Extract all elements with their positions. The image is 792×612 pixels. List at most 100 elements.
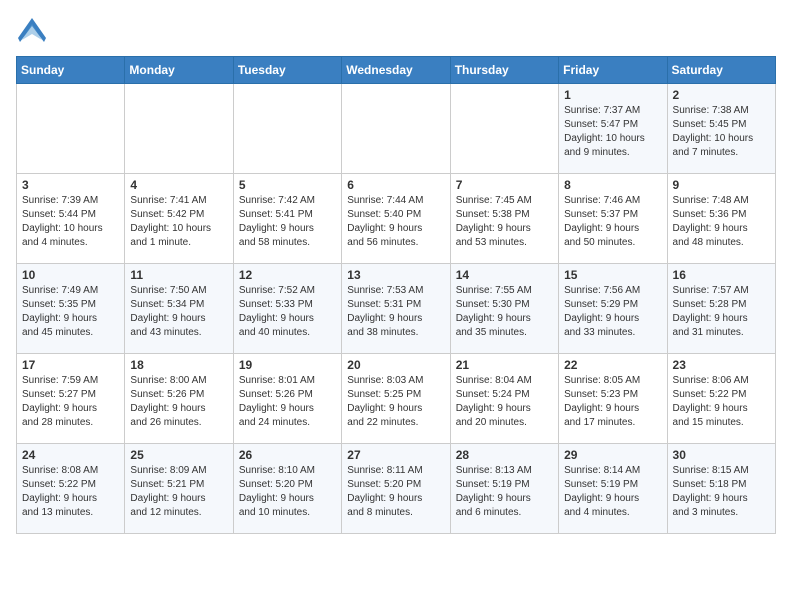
calendar-body: 1Sunrise: 7:37 AM Sunset: 5:47 PM Daylig… [17, 84, 776, 534]
day-number: 25 [130, 448, 227, 462]
day-number: 12 [239, 268, 336, 282]
day-info: Sunrise: 8:00 AM Sunset: 5:26 PM Dayligh… [130, 374, 227, 430]
day-number: 8 [564, 178, 661, 192]
day-cell: 11Sunrise: 7:50 AM Sunset: 5:34 PM Dayli… [125, 264, 233, 354]
day-cell [17, 84, 125, 174]
day-info: Sunrise: 8:15 AM Sunset: 5:18 PM Dayligh… [673, 464, 770, 520]
header-friday: Friday [559, 57, 667, 84]
day-cell: 15Sunrise: 7:56 AM Sunset: 5:29 PM Dayli… [559, 264, 667, 354]
day-cell: 16 Sunrise: 7:57 AM Sunset: 5:28 PM Dayli… [667, 264, 775, 354]
day-info: Sunrise: 8:08 AM Sunset: 5:22 PM Dayligh… [22, 464, 119, 520]
day-info: Sunrise: 8:11 AM Sunset: 5:20 PM Dayligh… [347, 464, 444, 520]
day-number: 19 [239, 358, 336, 372]
day-cell: 12 Sunrise: 7:52 AM Sunset: 5:33 PM Dayli… [233, 264, 341, 354]
day-cell [233, 84, 341, 174]
header-sunday: Sunday [17, 57, 125, 84]
day-cell: 14 Sunrise: 7:55 AM Sunset: 5:30 PM Dayli… [450, 264, 558, 354]
day-number: 14 [456, 268, 553, 282]
day-number: 18 [130, 358, 227, 372]
day-info: Sunrise: 8:06 AM Sunset: 5:22 PM Dayligh… [673, 374, 770, 430]
day-info: Sunrise: 8:10 AM Sunset: 5:20 PM Dayligh… [239, 464, 336, 520]
day-number: 16 [673, 268, 770, 282]
day-number: 9 [673, 178, 770, 192]
day-cell: 6Sunrise: 7:44 AM Sunset: 5:40 PM Daylig… [342, 174, 450, 264]
day-number: 13 [347, 268, 444, 282]
day-cell: 29 Sunrise: 8:14 AM Sunset: 5:19 PM Dayli… [559, 444, 667, 534]
day-cell: 4 Sunrise: 7:41 AM Sunset: 5:42 PM Daylig… [125, 174, 233, 264]
day-cell: 26 Sunrise: 8:10 AM Sunset: 5:20 PM Dayli… [233, 444, 341, 534]
day-info: Sunrise: 7:48 AM Sunset: 5:36 PM Dayligh… [673, 194, 770, 250]
day-cell [342, 84, 450, 174]
day-number: 7 [456, 178, 553, 192]
day-cell [125, 84, 233, 174]
day-info: Sunrise: 7:53 AM Sunset: 5:31 PM Dayligh… [347, 284, 444, 340]
day-info: Sunrise: 7:57 AM Sunset: 5:28 PM Dayligh… [673, 284, 770, 340]
day-info: Sunrise: 7:42 AM Sunset: 5:41 PM Dayligh… [239, 194, 336, 250]
day-cell: 2Sunrise: 7:38 AM Sunset: 5:45 PM Daylig… [667, 84, 775, 174]
header-monday: Monday [125, 57, 233, 84]
week-row-3: 10Sunrise: 7:49 AM Sunset: 5:35 PM Dayli… [17, 264, 776, 354]
day-number: 27 [347, 448, 444, 462]
day-cell: 5 Sunrise: 7:42 AM Sunset: 5:41 PM Daylig… [233, 174, 341, 264]
day-cell: 28 Sunrise: 8:13 AM Sunset: 5:19 PM Dayli… [450, 444, 558, 534]
day-cell: 13 Sunrise: 7:53 AM Sunset: 5:31 PM Dayli… [342, 264, 450, 354]
day-info: Sunrise: 8:09 AM Sunset: 5:21 PM Dayligh… [130, 464, 227, 520]
day-info: Sunrise: 7:52 AM Sunset: 5:33 PM Dayligh… [239, 284, 336, 340]
day-cell: 27 Sunrise: 8:11 AM Sunset: 5:20 PM Dayli… [342, 444, 450, 534]
day-cell: 7 Sunrise: 7:45 AM Sunset: 5:38 PM Daylig… [450, 174, 558, 264]
day-info: Sunrise: 8:13 AM Sunset: 5:19 PM Dayligh… [456, 464, 553, 520]
calendar-header: SundayMondayTuesdayWednesdayThursdayFrid… [17, 57, 776, 84]
day-info: Sunrise: 7:45 AM Sunset: 5:38 PM Dayligh… [456, 194, 553, 250]
day-cell: 30Sunrise: 8:15 AM Sunset: 5:18 PM Dayli… [667, 444, 775, 534]
calendar-table: SundayMondayTuesdayWednesdayThursdayFrid… [16, 56, 776, 534]
day-info: Sunrise: 8:14 AM Sunset: 5:19 PM Dayligh… [564, 464, 661, 520]
day-info: Sunrise: 7:59 AM Sunset: 5:27 PM Dayligh… [22, 374, 119, 430]
day-cell: 19 Sunrise: 8:01 AM Sunset: 5:26 PM Dayli… [233, 354, 341, 444]
day-number: 24 [22, 448, 119, 462]
logo [16, 16, 52, 44]
day-info: Sunrise: 7:49 AM Sunset: 5:35 PM Dayligh… [22, 284, 119, 340]
day-number: 29 [564, 448, 661, 462]
header-saturday: Saturday [667, 57, 775, 84]
day-info: Sunrise: 7:50 AM Sunset: 5:34 PM Dayligh… [130, 284, 227, 340]
day-number: 5 [239, 178, 336, 192]
day-cell: 20 Sunrise: 8:03 AM Sunset: 5:25 PM Dayli… [342, 354, 450, 444]
day-cell: 25 Sunrise: 8:09 AM Sunset: 5:21 PM Dayli… [125, 444, 233, 534]
day-cell: 21Sunrise: 8:04 AM Sunset: 5:24 PM Dayli… [450, 354, 558, 444]
day-number: 1 [564, 88, 661, 102]
week-row-4: 17Sunrise: 7:59 AM Sunset: 5:27 PM Dayli… [17, 354, 776, 444]
day-cell: 17Sunrise: 7:59 AM Sunset: 5:27 PM Dayli… [17, 354, 125, 444]
day-info: Sunrise: 7:46 AM Sunset: 5:37 PM Dayligh… [564, 194, 661, 250]
day-info: Sunrise: 7:56 AM Sunset: 5:29 PM Dayligh… [564, 284, 661, 340]
day-info: Sunrise: 7:55 AM Sunset: 5:30 PM Dayligh… [456, 284, 553, 340]
day-info: Sunrise: 8:04 AM Sunset: 5:24 PM Dayligh… [456, 374, 553, 430]
week-row-5: 24 Sunrise: 8:08 AM Sunset: 5:22 PM Dayli… [17, 444, 776, 534]
day-number: 4 [130, 178, 227, 192]
page-header [16, 16, 776, 44]
day-info: Sunrise: 8:05 AM Sunset: 5:23 PM Dayligh… [564, 374, 661, 430]
day-cell [450, 84, 558, 174]
day-number: 26 [239, 448, 336, 462]
header-thursday: Thursday [450, 57, 558, 84]
day-number: 3 [22, 178, 119, 192]
day-number: 28 [456, 448, 553, 462]
day-cell: 22 Sunrise: 8:05 AM Sunset: 5:23 PM Dayli… [559, 354, 667, 444]
day-info: Sunrise: 7:41 AM Sunset: 5:42 PM Dayligh… [130, 194, 227, 250]
day-number: 23 [673, 358, 770, 372]
day-info: Sunrise: 8:01 AM Sunset: 5:26 PM Dayligh… [239, 374, 336, 430]
day-cell: 18 Sunrise: 8:00 AM Sunset: 5:26 PM Dayli… [125, 354, 233, 444]
day-cell: 9 Sunrise: 7:48 AM Sunset: 5:36 PM Daylig… [667, 174, 775, 264]
day-cell: 1Sunrise: 7:37 AM Sunset: 5:47 PM Daylig… [559, 84, 667, 174]
day-cell: 24 Sunrise: 8:08 AM Sunset: 5:22 PM Dayli… [17, 444, 125, 534]
day-number: 2 [673, 88, 770, 102]
day-info: Sunrise: 7:39 AM Sunset: 5:44 PM Dayligh… [22, 194, 119, 250]
header-tuesday: Tuesday [233, 57, 341, 84]
day-number: 22 [564, 358, 661, 372]
day-info: Sunrise: 8:03 AM Sunset: 5:25 PM Dayligh… [347, 374, 444, 430]
logo-icon [16, 16, 48, 44]
day-number: 6 [347, 178, 444, 192]
day-cell: 23 Sunrise: 8:06 AM Sunset: 5:22 PM Dayli… [667, 354, 775, 444]
week-row-1: 1Sunrise: 7:37 AM Sunset: 5:47 PM Daylig… [17, 84, 776, 174]
week-row-2: 3 Sunrise: 7:39 AM Sunset: 5:44 PM Daylig… [17, 174, 776, 264]
day-number: 20 [347, 358, 444, 372]
